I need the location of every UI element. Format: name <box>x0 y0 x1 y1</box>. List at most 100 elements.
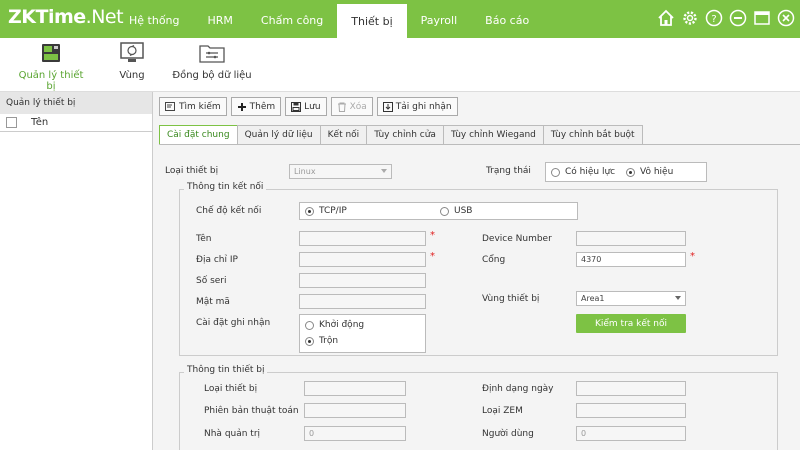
app-logo: ZKTime.Net <box>8 6 124 28</box>
algorithm-version-input <box>304 403 406 418</box>
subnav-data-sync[interactable]: Đồng bộ dữ liệu <box>172 42 252 81</box>
subnav-device-management[interactable]: Quản lý thiết bị <box>10 42 92 102</box>
search-button[interactable]: Tìm kiếm <box>159 97 227 116</box>
record-setting-label: Cài đặt ghi nhận <box>196 318 271 328</box>
date-format-label: Định dạng ngày <box>482 384 554 394</box>
admin-count-label: Nhà quản trị <box>204 429 261 439</box>
maximize-icon[interactable] <box>752 8 772 28</box>
save-icon <box>291 101 302 112</box>
admin-count-input: 0 <box>304 426 406 441</box>
device-tabs: Cài đặt chung Quản lý dữ liệu Kết nối Tù… <box>159 125 643 144</box>
nav-item-hrm[interactable]: HRM <box>194 2 247 38</box>
general-settings-form: Loại thiết bị Linux Trạng thái Có hiệu l… <box>159 144 800 450</box>
select-all-checkbox[interactable] <box>6 117 17 128</box>
status-option-active[interactable]: Có hiệu lực <box>551 167 615 177</box>
zem-type-label: Loại ZEM <box>482 406 523 416</box>
area-icon <box>117 42 147 64</box>
chevron-down-icon <box>381 169 387 173</box>
conn-mode-tcpip[interactable]: TCP/IP <box>305 206 347 216</box>
device-type-label: Loại thiết bị <box>165 166 219 176</box>
device-info-title: Thông tin thiết bị <box>184 365 268 375</box>
radio-active[interactable] <box>551 167 560 177</box>
ip-address-input[interactable] <box>299 252 426 267</box>
plus-icon <box>237 102 246 111</box>
radio-disabled[interactable] <box>626 167 635 177</box>
info-device-type-input <box>304 381 406 396</box>
connection-info-title: Thông tin kết nối <box>184 182 267 192</box>
sync-folder-icon <box>197 42 227 64</box>
radio-usb[interactable] <box>440 206 449 216</box>
test-connection-button[interactable]: Kiểm tra kết nối <box>576 314 686 333</box>
name-required-mark: * <box>430 230 435 241</box>
record-option-startup[interactable]: Khởi động <box>305 320 364 330</box>
device-number-label: Device Number <box>482 234 552 244</box>
status-label: Trạng thái <box>486 166 531 176</box>
window-controls: ? <box>656 8 796 28</box>
name-label: Tên <box>196 234 212 244</box>
tab-door-settings[interactable]: Tùy chỉnh cửa <box>366 125 444 144</box>
download-records-button[interactable]: Tải ghi nhận <box>376 97 458 116</box>
home-icon[interactable] <box>656 8 676 28</box>
connection-mode-label: Chế độ kết nối <box>196 206 262 216</box>
password-input[interactable] <box>299 294 426 309</box>
svg-text:?: ? <box>711 14 716 25</box>
port-required-mark: * <box>690 251 695 262</box>
gear-icon[interactable] <box>680 8 700 28</box>
radio-startup[interactable] <box>305 320 314 330</box>
device-number-input[interactable] <box>576 231 686 246</box>
add-button[interactable]: Thêm <box>230 97 282 116</box>
zem-type-input <box>576 403 686 418</box>
info-device-type-label: Loại thiết bị <box>204 384 258 394</box>
main-nav: Hệ thống HRM Chấm công Thiết bị Payroll … <box>115 0 543 38</box>
name-input[interactable] <box>299 231 426 246</box>
action-toolbar: Tìm kiếm Thêm Lưu Xóa Tải ghi nhận <box>159 97 458 116</box>
serial-label: Số seri <box>196 276 227 286</box>
help-icon[interactable]: ? <box>704 8 724 28</box>
algorithm-version-label: Phiên bản thuật toán <box>204 406 299 416</box>
top-bar: ZKTime.Net Hệ thống HRM Chấm công Thiết … <box>0 0 800 38</box>
user-count-label: Người dùng <box>482 429 534 439</box>
nav-item-system[interactable]: Hệ thống <box>115 2 194 38</box>
radio-tcpip[interactable] <box>305 206 314 216</box>
device-icon <box>36 42 66 64</box>
tab-data-management[interactable]: Quản lý dữ liệu <box>236 125 321 144</box>
serial-input[interactable] <box>299 273 426 288</box>
delete-button[interactable]: Xóa <box>330 97 373 116</box>
device-area-select[interactable]: Area1 <box>576 291 686 306</box>
status-option-disabled[interactable]: Vô hiệu <box>626 167 673 177</box>
tab-general-settings[interactable]: Cài đặt chung <box>159 125 238 144</box>
save-button[interactable]: Lưu <box>285 97 327 116</box>
radio-mixed[interactable] <box>305 336 314 346</box>
download-icon <box>382 101 393 112</box>
tab-wiegand-settings[interactable]: Tùy chỉnh Wiegand <box>442 125 544 144</box>
main-panel: Tìm kiếm Thêm Lưu Xóa Tải ghi nhận Cài đ… <box>153 92 800 450</box>
nav-item-attendance[interactable]: Chấm công <box>247 2 337 38</box>
nav-item-device[interactable]: Thiết bị <box>337 4 407 38</box>
minimize-icon[interactable] <box>728 8 748 28</box>
device-type-select[interactable]: Linux <box>289 164 392 179</box>
trash-icon <box>337 102 346 112</box>
search-icon <box>165 101 175 111</box>
chevron-down-icon <box>675 296 681 300</box>
close-icon[interactable] <box>776 8 796 28</box>
tab-connection[interactable]: Kết nối <box>319 125 368 144</box>
list-header-row: Tên <box>0 114 152 132</box>
password-label: Mật mã <box>196 297 230 307</box>
subnav-area[interactable]: Vùng <box>112 42 152 81</box>
column-header-name: Tên <box>31 117 49 128</box>
port-input[interactable]: 4370 <box>576 252 686 267</box>
ip-address-label: Địa chỉ IP <box>196 255 238 265</box>
port-label: Cổng <box>482 255 506 265</box>
record-option-mixed[interactable]: Trộn <box>305 336 338 346</box>
left-panel-title: Quản lý thiết bị <box>0 92 152 114</box>
device-list-panel: Quản lý thiết bị Tên <box>0 92 153 450</box>
user-count-input: 0 <box>576 426 686 441</box>
date-format-input <box>576 381 686 396</box>
tab-mandatory-settings[interactable]: Tùy chỉnh bắt buột <box>542 125 643 144</box>
device-area-label: Vùng thiết bị <box>482 294 540 304</box>
nav-item-report[interactable]: Báo cáo <box>471 2 543 38</box>
conn-mode-usb[interactable]: USB <box>440 206 472 216</box>
sub-toolbar: Quản lý thiết bị Vùng Đồng bộ dữ liệu <box>0 38 800 102</box>
ip-required-mark: * <box>430 251 435 262</box>
nav-item-payroll[interactable]: Payroll <box>407 2 472 38</box>
